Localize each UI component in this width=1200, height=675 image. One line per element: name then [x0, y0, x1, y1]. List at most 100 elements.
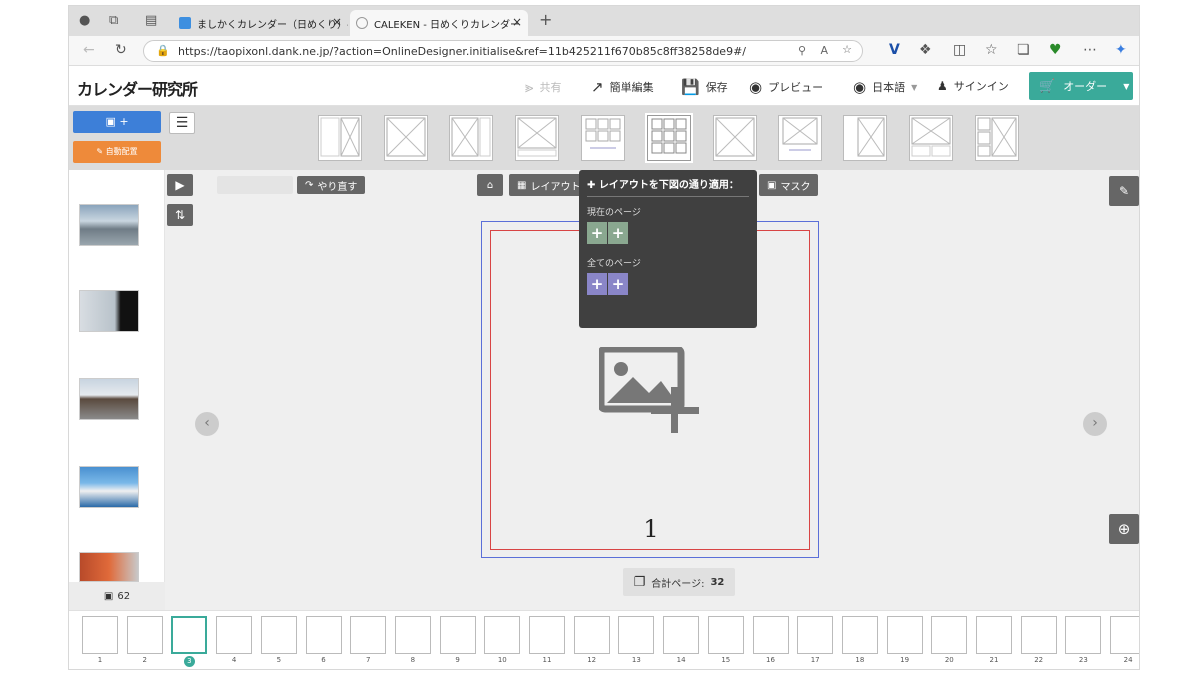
layout-option[interactable] [581, 115, 625, 161]
layout-option[interactable] [975, 115, 1019, 161]
refresh-icon[interactable]: ↻ [115, 42, 127, 58]
collections-icon[interactable]: ⧉ [109, 13, 118, 28]
filmstrip-page[interactable] [260, 616, 297, 654]
apply-current-right-button[interactable]: + [608, 222, 628, 244]
photo-thumbnail[interactable] [79, 290, 139, 332]
filmstrip-page[interactable] [663, 616, 700, 654]
chevron-left-icon: ‹ [204, 415, 210, 431]
collections-icon[interactable]: ❏ [1017, 42, 1030, 58]
page-number-label: 11 [542, 656, 552, 664]
browser-tab-bar: ● ⧉ ▤ ましかくカレンダー（日めくり）- × CALEKEN - 日めくりカ… [69, 6, 1139, 36]
browser-window: ● ⧉ ▤ ましかくカレンダー（日めくり）- × CALEKEN - 日めくりカ… [68, 5, 1140, 670]
layout-button[interactable]: ▦ レイアウト [509, 174, 589, 196]
apply-all-left-button[interactable]: + [587, 273, 607, 295]
key-icon[interactable]: ⚲ [798, 44, 806, 57]
filmstrip-page[interactable] [976, 616, 1012, 654]
filmstrip-page[interactable] [439, 616, 476, 654]
next-page-button[interactable]: › [1083, 412, 1107, 436]
filmstrip-page[interactable] [752, 616, 789, 654]
new-tab-icon[interactable]: + [539, 10, 552, 29]
list-view-button[interactable]: ☰ [169, 112, 195, 134]
address-bar-row: ← ↻ 🔒 https://taopixonl.dank.ne.jp/?acti… [69, 36, 1139, 66]
filmstrip-page-number: 23 [1065, 656, 1101, 664]
photo-thumbnail[interactable] [79, 552, 139, 582]
filmstrip-page[interactable] [618, 616, 655, 654]
undo-button[interactable] [217, 176, 293, 194]
filmstrip-page[interactable] [1065, 616, 1102, 654]
filmstrip-page[interactable] [841, 616, 878, 654]
signin-button[interactable]: ♟ サインイン [937, 78, 1009, 94]
expand-panel-button[interactable]: ▶ [167, 174, 193, 196]
filmstrip-page[interactable] [394, 616, 431, 654]
layout-option[interactable] [843, 115, 887, 161]
filmstrip-page[interactable] [171, 616, 208, 654]
preview-button[interactable]: ◉ プレビュー [749, 78, 823, 96]
photo-thumbnail[interactable] [79, 378, 139, 420]
layout-option[interactable] [384, 115, 428, 161]
chevron-down-icon: ▼ [1123, 81, 1130, 91]
save-button[interactable]: 💾 保存 [681, 78, 728, 96]
more-icon[interactable]: ⋯ [1083, 42, 1097, 58]
layout-option[interactable] [778, 115, 822, 161]
apply-current-left-button[interactable]: + [587, 222, 607, 244]
filmstrip-page[interactable] [529, 616, 565, 654]
tab-actions-icon[interactable]: ▤ [145, 13, 157, 28]
add-photo-button[interactable]: ▣ + [73, 111, 161, 133]
filmstrip-page[interactable] [350, 616, 387, 654]
redo-icon: ↷ [305, 179, 314, 191]
redo-button[interactable]: ↷ やり直す [297, 176, 366, 194]
mask-button[interactable]: ▣ マスク [759, 174, 819, 196]
notes-button[interactable]: ✎ [1109, 176, 1139, 206]
favorite-star-icon[interactable]: ☆ [842, 43, 852, 56]
read-aloud-icon[interactable]: A [820, 44, 828, 57]
filmstrip-page[interactable] [1020, 616, 1057, 654]
filmstrip-page[interactable] [707, 616, 744, 654]
filmstrip-page[interactable] [886, 616, 923, 654]
filmstrip-page[interactable] [305, 616, 342, 654]
add-image-icon[interactable] [599, 347, 703, 437]
url-input[interactable]: 🔒 https://taopixonl.dank.ne.jp/?action=O… [143, 40, 863, 62]
layout-option[interactable] [318, 115, 362, 161]
close-tab-icon[interactable]: × [512, 15, 522, 29]
filmstrip-page-number: 22 [1021, 656, 1057, 664]
mask-icon: ▣ [767, 179, 777, 191]
profile-icon[interactable]: ● [79, 13, 90, 28]
filmstrip-page[interactable] [1110, 616, 1139, 654]
filmstrip-page[interactable] [126, 616, 163, 654]
favorites-icon[interactable]: ☆ [985, 42, 998, 58]
filmstrip-page[interactable] [216, 616, 253, 654]
layout-option[interactable] [713, 115, 757, 161]
home-button[interactable]: ⌂ [477, 174, 503, 196]
filmstrip-page[interactable] [484, 616, 521, 654]
prev-page-button[interactable]: ‹ [195, 412, 219, 436]
sort-button[interactable]: ⇅ [167, 204, 193, 226]
photo-thumbnail[interactable] [79, 466, 139, 508]
filmstrip-page[interactable] [931, 616, 968, 654]
quick-edit-button[interactable]: ↗ 簡単編集 [591, 78, 654, 96]
language-select[interactable]: ◉ 日本語 ▼ [853, 78, 917, 96]
extension-v-icon[interactable]: V [889, 42, 900, 58]
layout-option[interactable] [909, 115, 953, 161]
share-button[interactable]: ⪢ 共有 [525, 78, 561, 96]
split-screen-icon[interactable]: ◫ [953, 42, 966, 58]
photo-thumbnail[interactable] [79, 204, 139, 246]
apply-all-right-button[interactable]: + [608, 273, 628, 295]
browser-essentials-icon[interactable]: ♥ [1049, 42, 1062, 58]
zoom-button[interactable]: ⊕ [1109, 514, 1139, 544]
browser-tab-1[interactable]: ましかくカレンダー（日めくり）- × [173, 10, 348, 36]
close-tab-icon[interactable]: × [332, 15, 342, 29]
copilot-icon[interactable]: ✦ [1115, 42, 1127, 58]
back-icon[interactable]: ← [83, 42, 95, 58]
order-button[interactable]: 🛒 オーダー ▼ [1029, 72, 1133, 100]
browser-tab-2[interactable]: CALEKEN - 日めくりカレンダー × [350, 10, 528, 36]
layout-option-selected[interactable] [645, 113, 693, 163]
layout-option[interactable] [449, 115, 493, 161]
filmstrip-page-number: 10 [484, 656, 520, 664]
filmstrip-page[interactable] [82, 616, 118, 654]
auto-place-button[interactable]: ✎ 自動配置 [73, 141, 161, 163]
extension-icon[interactable]: ❖ [919, 42, 932, 58]
filmstrip-page[interactable] [797, 616, 834, 654]
layout-option[interactable] [515, 115, 559, 161]
tab-title: ましかくカレンダー（日めくり）- [197, 19, 348, 31]
filmstrip-page[interactable] [573, 616, 610, 654]
